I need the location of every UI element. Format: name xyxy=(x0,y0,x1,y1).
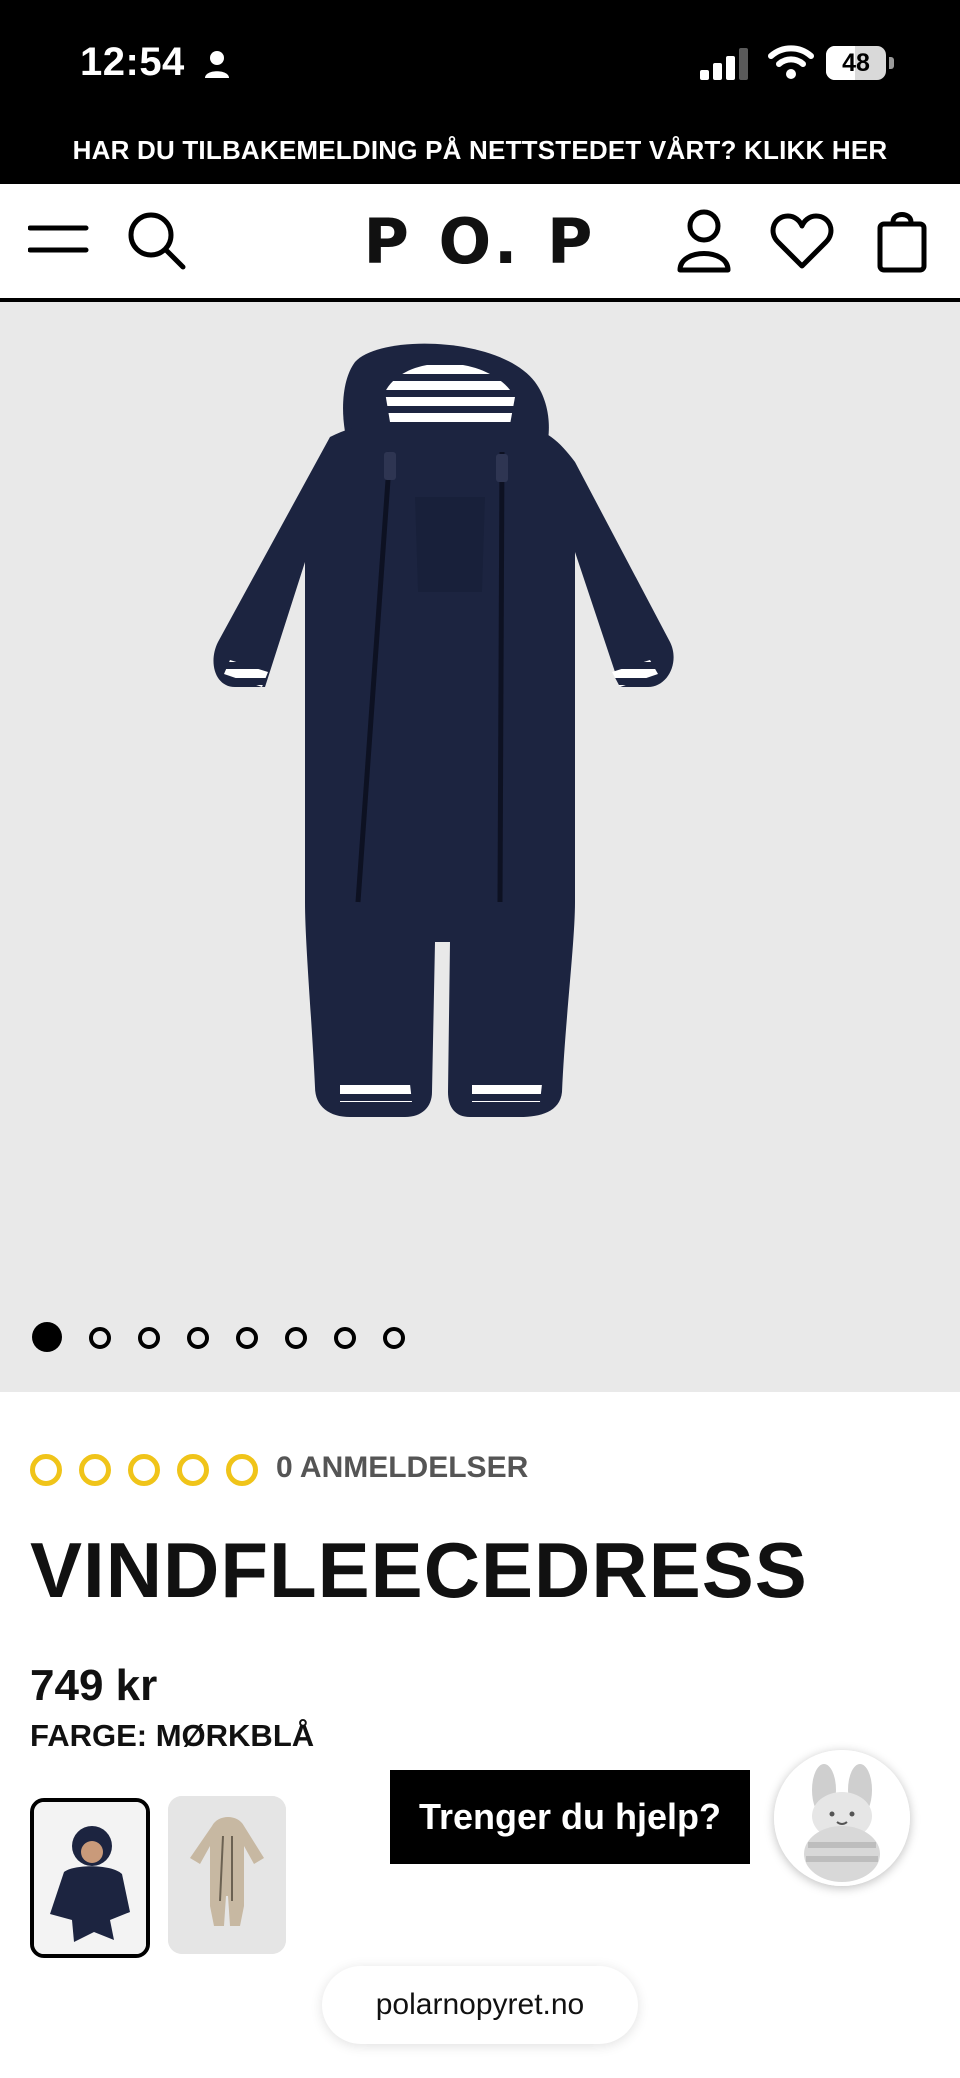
battery-indicator: 48 xyxy=(826,46,896,80)
browser-url-bar[interactable]: polarnopyret.no xyxy=(322,1966,638,2044)
rating-circle-icon xyxy=(30,1454,62,1486)
bunny-plush-icon xyxy=(774,1750,910,1886)
gallery-dot[interactable] xyxy=(383,1327,405,1349)
site-header: P O. P xyxy=(0,184,960,302)
help-chat-avatar[interactable] xyxy=(774,1750,910,1886)
rating-circle-icon xyxy=(79,1454,111,1486)
wifi-icon xyxy=(768,45,814,79)
swatch-image-beige xyxy=(168,1796,286,1954)
search-icon[interactable] xyxy=(126,210,188,272)
feedback-banner[interactable]: HAR DU TILBAKEMELDING PÅ NETTSTEDET VÅRT… xyxy=(0,130,960,184)
status-time: 12:54 xyxy=(80,40,185,84)
gallery-dot[interactable] xyxy=(236,1327,258,1349)
rating-circle-icon xyxy=(177,1454,209,1486)
product-price: 749 kr xyxy=(30,1661,158,1710)
swatch-image-navy xyxy=(34,1802,146,1954)
gallery-dot[interactable] xyxy=(285,1327,307,1349)
product-image-fleece-suit xyxy=(213,343,674,1118)
shopping-bag-icon[interactable] xyxy=(876,208,928,274)
help-chat-button[interactable]: Trenger du hjelp? xyxy=(390,1770,750,1864)
product-image-gallery[interactable] xyxy=(0,302,960,1392)
color-label: FARGE: MØRKBLÅ xyxy=(30,1718,315,1753)
rating-circle-icon xyxy=(128,1454,160,1486)
product-title: VINDFLEECEDRESS xyxy=(30,1526,808,1614)
gallery-dot[interactable] xyxy=(32,1322,62,1352)
account-icon[interactable] xyxy=(676,208,732,274)
status-bar: 12:54 48 xyxy=(0,0,960,130)
color-swatch-navy[interactable] xyxy=(30,1798,150,1958)
gallery-dot[interactable] xyxy=(89,1327,111,1349)
battery-percent: 48 xyxy=(842,49,870,77)
site-logo[interactable]: P O. P xyxy=(330,202,630,282)
gallery-dot[interactable] xyxy=(187,1327,209,1349)
wishlist-heart-icon[interactable] xyxy=(770,212,834,270)
gallery-dot[interactable] xyxy=(334,1327,356,1349)
cellular-signal-icon xyxy=(700,48,748,80)
reviews-count-link[interactable]: 0 ANMELDELSER xyxy=(276,1452,528,1484)
person-icon xyxy=(205,51,229,78)
rating-circle-icon xyxy=(226,1454,258,1486)
menu-icon[interactable] xyxy=(28,220,90,260)
color-swatch-beige[interactable] xyxy=(168,1796,286,1954)
gallery-dot[interactable] xyxy=(138,1327,160,1349)
